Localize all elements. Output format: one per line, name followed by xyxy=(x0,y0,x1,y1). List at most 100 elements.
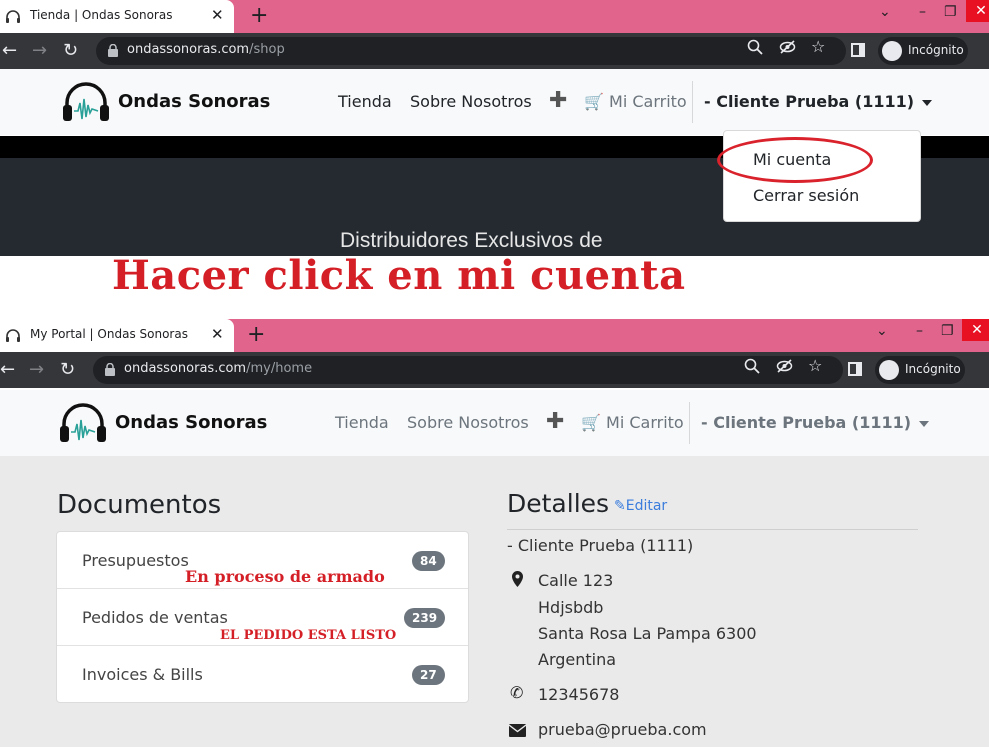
nav-link-cart[interactable]: 🛒 Mi Carrito xyxy=(584,92,687,111)
reload-icon[interactable]: ↻ xyxy=(60,359,75,380)
address-bar[interactable]: ondassonoras.com/shop xyxy=(96,37,846,65)
pencil-icon: ✎ xyxy=(614,498,626,514)
address-bar[interactable]: ondassonoras.com/my/home xyxy=(93,356,843,384)
headphones-favicon-icon xyxy=(6,10,20,23)
tracking-eye-off-icon[interactable] xyxy=(776,358,793,374)
tab-search-chevron-icon[interactable]: ⌄ xyxy=(876,323,888,339)
user-menu-toggle[interactable]: - Cliente Prueba (1111) xyxy=(701,413,930,432)
side-panel-icon[interactable] xyxy=(851,43,865,57)
back-arrow-icon[interactable]: ← xyxy=(0,359,15,380)
menu-item-logout[interactable]: Cerrar sesión xyxy=(753,186,859,205)
nav-divider xyxy=(692,81,693,123)
tab-close-icon[interactable]: ✕ xyxy=(211,6,224,24)
incognito-label: Incógnito xyxy=(905,362,961,376)
incognito-icon xyxy=(879,360,899,380)
minimize-icon[interactable]: – xyxy=(919,4,926,20)
annotation-quotes-note: En proceso de armado xyxy=(185,567,385,586)
tab-close-icon[interactable]: ✕ xyxy=(211,325,224,343)
tab-title: My Portal | Ondas Sonoras xyxy=(30,327,188,341)
window-close-icon[interactable]: ✕ xyxy=(966,0,989,22)
list-item-label: Invoices & Bills xyxy=(82,665,203,684)
lock-icon xyxy=(105,363,115,376)
address-line-1: Calle 123 xyxy=(538,571,614,590)
user-menu-toggle[interactable]: - Cliente Prueba (1111) xyxy=(704,92,933,111)
site-navbar: Ondas Sonoras Tienda Sobre Nosotros ✚ 🛒 … xyxy=(0,69,989,135)
new-tab-icon[interactable]: + xyxy=(250,3,268,28)
tab-strip: Tienda | Ondas Sonoras ✕ + ⌄ – ❐ ✕ xyxy=(0,0,989,33)
screenshot-shop: Tienda | Ondas Sonoras ✕ + ⌄ – ❐ ✕ ← → ↻… xyxy=(0,0,989,256)
url-text: ondassonoras.com/my/home xyxy=(124,361,313,376)
brand-name[interactable]: Ondas Sonoras xyxy=(118,91,270,112)
forward-arrow-icon[interactable]: → xyxy=(29,359,44,380)
details-title: Detalles xyxy=(507,489,610,518)
edit-link[interactable]: ✎Editar xyxy=(614,498,667,514)
tab-title: Tienda | Ondas Sonoras xyxy=(30,8,173,22)
nav-link-shop[interactable]: Tienda xyxy=(335,413,389,432)
back-arrow-icon[interactable]: ← xyxy=(2,40,17,61)
envelope-icon xyxy=(509,724,526,737)
caret-down-icon xyxy=(919,420,930,427)
tracking-eye-off-icon[interactable] xyxy=(779,39,796,55)
minimize-icon[interactable]: – xyxy=(916,323,923,339)
nav-divider xyxy=(689,402,690,444)
count-badge: 239 xyxy=(404,608,446,628)
cart-icon: 🛒 xyxy=(584,92,604,111)
site-navbar: Ondas Sonoras Tienda Sobre Nosotros ✚ 🛒 … xyxy=(0,390,989,456)
list-item-invoices[interactable]: Invoices & Bills 27 xyxy=(57,646,468,703)
headphones-favicon-icon xyxy=(6,329,20,342)
list-item-label: Presupuestos xyxy=(82,551,189,570)
instruction-annotation: Hacer click en mi cuenta xyxy=(112,252,686,299)
nav-link-cart[interactable]: 🛒 Mi Carrito xyxy=(581,413,684,432)
plus-icon[interactable]: ✚ xyxy=(546,409,564,434)
phone-icon: ✆ xyxy=(510,683,524,702)
annotation-orders-note: EL PEDIDO ESTA LISTO xyxy=(220,628,397,643)
zoom-icon[interactable] xyxy=(744,358,760,374)
brand-name[interactable]: Ondas Sonoras xyxy=(115,412,267,433)
address-line-2: Hdjsbdb xyxy=(538,598,604,617)
tab-search-chevron-icon[interactable]: ⌄ xyxy=(879,4,891,20)
window-close-icon[interactable]: ✕ xyxy=(962,319,989,341)
url-text: ondassonoras.com/shop xyxy=(127,42,285,57)
browser-toolbar: ← → ↻ ondassonoras.com/my/home ☆ Incógni… xyxy=(0,352,989,388)
cart-icon: 🛒 xyxy=(581,413,601,432)
tab-strip: My Portal | Ondas Sonoras ✕ + ⌄ – ❐ ✕ xyxy=(0,319,989,352)
phone-number: 12345678 xyxy=(538,685,620,704)
bookmark-star-icon[interactable]: ☆ xyxy=(808,356,822,375)
restore-icon[interactable]: ❐ xyxy=(944,4,957,20)
browser-toolbar: ← → ↻ ondassonoras.com/shop ☆ Incógnito xyxy=(0,33,989,69)
incognito-label: Incógnito xyxy=(908,43,964,57)
screenshot-portal: My Portal | Ondas Sonoras ✕ + ⌄ – ❐ ✕ ← … xyxy=(0,319,989,747)
hero-text: Distribuidores Exclusivos de xyxy=(340,229,603,252)
incognito-badge[interactable]: Incógnito xyxy=(878,37,968,65)
forward-arrow-icon[interactable]: → xyxy=(32,40,47,61)
email-address: prueba@prueba.com xyxy=(538,720,707,739)
bookmark-star-icon[interactable]: ☆ xyxy=(811,37,825,56)
lock-icon xyxy=(108,44,118,57)
zoom-icon[interactable] xyxy=(747,39,763,55)
new-tab-icon[interactable]: + xyxy=(247,322,265,347)
address-line-3: Santa Rosa La Pampa 6300 xyxy=(538,624,757,643)
details-divider xyxy=(507,529,918,530)
restore-icon[interactable]: ❐ xyxy=(941,323,954,339)
nav-link-about[interactable]: Sobre Nosotros xyxy=(410,92,532,111)
documents-title: Documentos xyxy=(57,490,222,520)
nav-link-about[interactable]: Sobre Nosotros xyxy=(407,413,529,432)
reload-icon[interactable]: ↻ xyxy=(63,40,78,61)
address-line-4: Argentina xyxy=(538,650,617,669)
red-highlight-ellipse xyxy=(717,137,873,183)
nav-link-shop[interactable]: Tienda xyxy=(338,92,392,111)
documents-list: Presupuestos 84 Pedidos de ventas 239 In… xyxy=(56,531,469,703)
incognito-icon xyxy=(882,41,902,61)
count-badge: 27 xyxy=(412,665,445,685)
map-marker-icon xyxy=(512,571,523,587)
plus-icon[interactable]: ✚ xyxy=(549,88,567,113)
side-panel-icon[interactable] xyxy=(848,362,862,376)
caret-down-icon xyxy=(922,99,933,106)
headphones-logo-icon[interactable] xyxy=(59,402,107,444)
portal-content: Documentos Presupuestos 84 Pedidos de ve… xyxy=(0,456,989,747)
incognito-badge[interactable]: Incógnito xyxy=(875,356,965,384)
browser-tab-shop[interactable]: Tienda | Ondas Sonoras ✕ xyxy=(0,0,234,33)
headphones-logo-icon[interactable] xyxy=(62,81,110,123)
customer-name: - Cliente Prueba (1111) xyxy=(507,536,694,555)
browser-tab-portal[interactable]: My Portal | Ondas Sonoras ✕ xyxy=(0,319,234,352)
